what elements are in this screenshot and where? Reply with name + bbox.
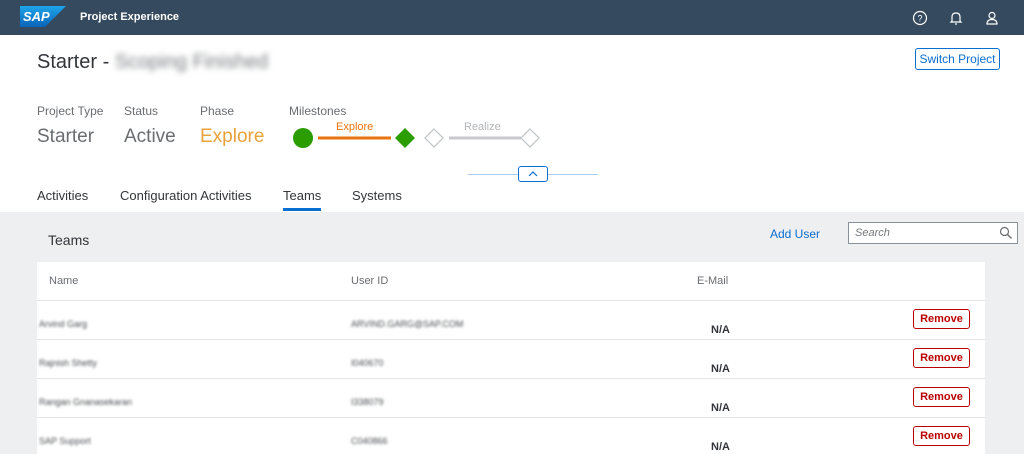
member-user-id: ARVIND.GARG@SAP.COM: [351, 319, 464, 329]
member-name: Rangan Gnanasekaran: [39, 397, 133, 407]
table-row: Arvind Garg ARVIND.GARG@SAP.COM N/A Remo…: [37, 300, 985, 339]
member-email: N/A: [711, 324, 730, 336]
add-user-link[interactable]: Add User: [770, 227, 820, 241]
table-row: Rajnish Shetty I040670 N/A Remove: [37, 339, 985, 378]
member-name: SAP Support: [39, 436, 91, 446]
column-header-name[interactable]: Name: [49, 275, 78, 287]
page-title-prefix: Starter -: [37, 51, 115, 73]
tab-activities[interactable]: Activities: [37, 188, 88, 203]
phase-value: Explore: [200, 126, 265, 147]
member-user-id: C040866: [351, 436, 388, 446]
member-user-id: I338079: [351, 397, 384, 407]
app-title: Project Experience: [80, 11, 180, 23]
project-type-label: Project Type: [37, 104, 104, 118]
milestone-explore-diamond: [395, 128, 415, 148]
collapse-header-button[interactable]: [518, 166, 548, 182]
team-members-table: Name User ID E-Mail Arvind Garg ARVIND.G…: [37, 262, 985, 454]
member-email: N/A: [711, 441, 730, 453]
table-row: Rangan Gnanasekaran I338079 N/A Remove: [37, 378, 985, 417]
notification-bell-icon[interactable]: [946, 8, 966, 28]
search-input[interactable]: [855, 225, 995, 241]
tab-configuration-activities[interactable]: Configuration Activities: [120, 188, 252, 203]
teams-section-title: Teams: [48, 232, 90, 248]
help-icon[interactable]: ?: [910, 8, 930, 28]
sap-logo[interactable]: SAP: [20, 6, 66, 27]
table-row: SAP Support C040866 N/A Remove: [37, 417, 985, 454]
tab-systems[interactable]: Systems: [352, 188, 402, 203]
milestone-label-realize: Realize: [464, 121, 501, 133]
phase-label: Phase: [200, 104, 235, 118]
milestones-label: Milestones: [289, 104, 347, 118]
status-value: Active: [124, 126, 176, 147]
member-name: Arvind Garg: [39, 319, 88, 329]
svg-text:?: ?: [917, 14, 922, 24]
member-user-id: I040670: [351, 358, 384, 368]
chevron-up-icon: [528, 171, 538, 177]
milestone-gate-diamond: [424, 128, 444, 148]
search-icon[interactable]: [999, 226, 1013, 240]
member-email: N/A: [711, 363, 730, 375]
svg-text:SAP: SAP: [23, 9, 50, 24]
selected-tab-indicator: [283, 208, 321, 211]
remove-user-button[interactable]: Remove: [913, 426, 970, 446]
status-label: Status: [124, 104, 159, 118]
member-name: Rajnish Shetty: [39, 358, 98, 368]
page-title: Starter - Scoping Finished: [37, 51, 268, 74]
remove-user-button[interactable]: Remove: [913, 309, 970, 329]
page-title-status: Scoping Finished: [114, 51, 269, 73]
member-email: N/A: [711, 402, 730, 414]
project-type-value: Starter: [37, 126, 95, 147]
milestone-track: [293, 128, 540, 148]
tab-teams[interactable]: Teams: [283, 188, 321, 203]
column-header-email[interactable]: E-Mail: [697, 275, 728, 287]
user-icon[interactable]: [982, 8, 1002, 28]
milestone-realize-diamond: [520, 128, 540, 148]
remove-user-button[interactable]: Remove: [913, 348, 970, 368]
search-field[interactable]: [848, 222, 1018, 244]
milestone-label-explore: Explore: [336, 121, 374, 133]
milestone-start-circle: [293, 128, 313, 148]
switch-project-button[interactable]: Switch Project: [915, 48, 1000, 70]
remove-user-button[interactable]: Remove: [913, 387, 970, 407]
shell-bar: SAP Project Experience ?: [0, 0, 1024, 35]
column-header-user-id[interactable]: User ID: [351, 275, 388, 287]
